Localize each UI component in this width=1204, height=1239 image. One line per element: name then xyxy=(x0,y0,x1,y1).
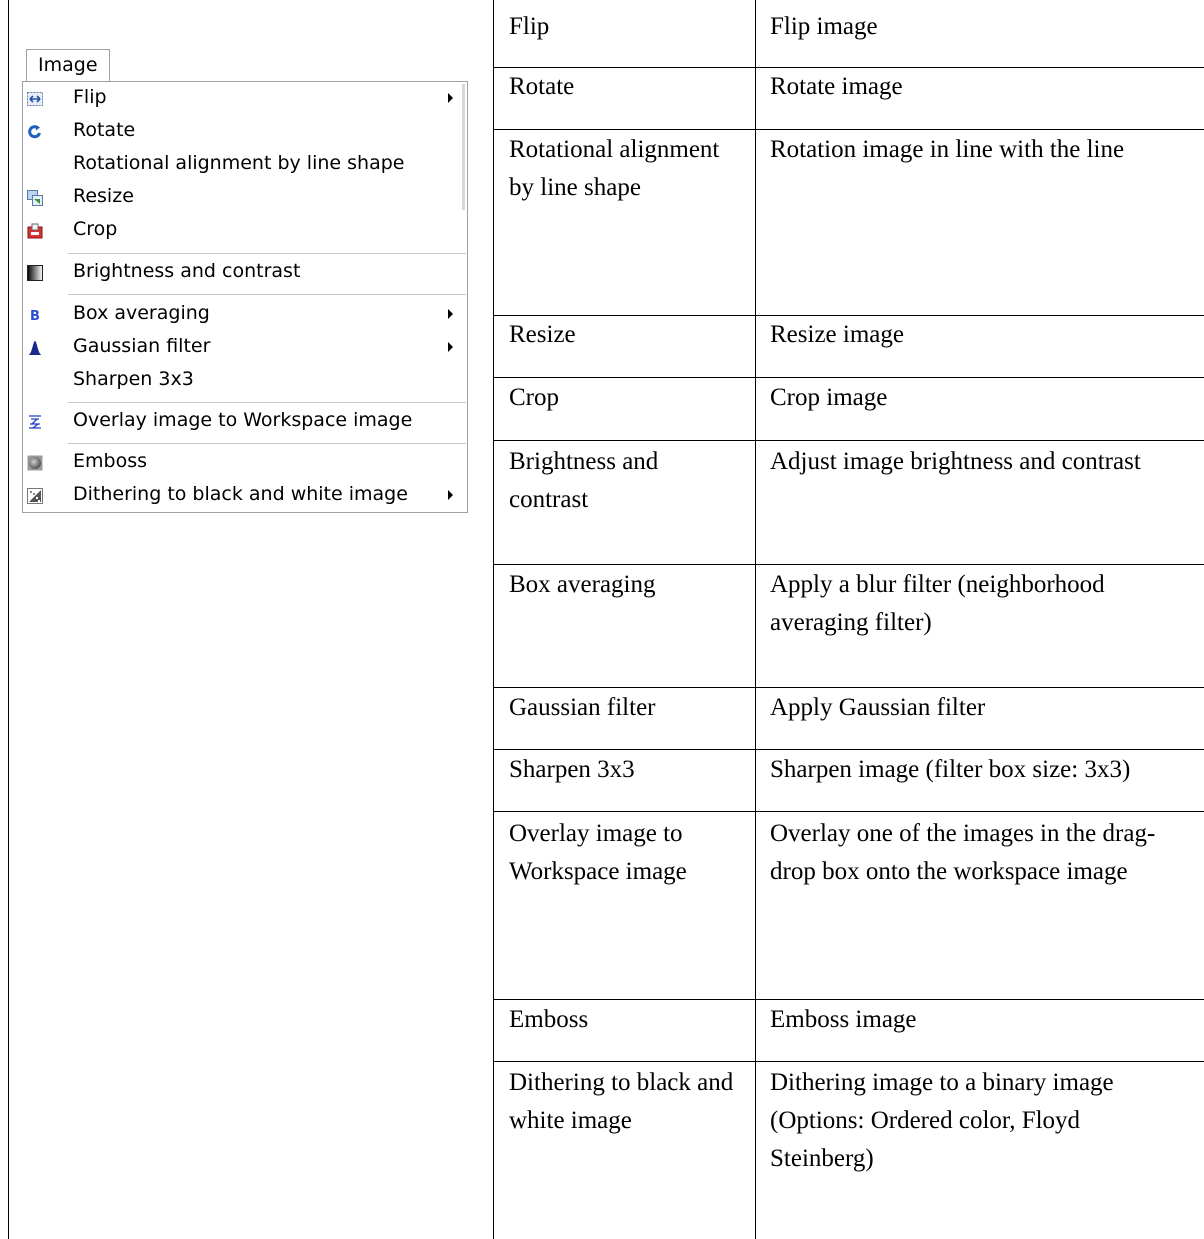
svg-text:B: B xyxy=(30,309,40,323)
menu-separator xyxy=(68,402,466,403)
table-cell-name: Sharpen 3x3 xyxy=(509,756,635,783)
menu-separator xyxy=(68,294,466,295)
table-cell-name: Rotate xyxy=(509,73,575,100)
menu-item-sharpen[interactable]: Sharpen 3x3 xyxy=(23,364,467,397)
submenu-arrow-icon xyxy=(448,93,453,103)
menu-item-dithering[interactable]: Dithering to black and white image xyxy=(23,479,467,512)
menu-item-rotational-alignment[interactable]: Rotational alignment by line shape xyxy=(23,148,467,181)
menu-item-box-averaging[interactable]: B Box averaging xyxy=(23,298,467,331)
table-cell-name: Dithering to black and white image xyxy=(509,1069,734,1134)
menu-item-resize[interactable]: Resize xyxy=(23,181,467,214)
menu-item-gaussian-filter[interactable]: Gaussian filter xyxy=(23,331,467,364)
image-menu-tab-label: Image xyxy=(38,54,98,76)
table-cell-description: Rotate image xyxy=(770,73,903,100)
table-left-border xyxy=(8,0,9,1239)
table-cell-description: Apply a blur filter (neighborhood averag… xyxy=(770,571,1105,636)
table-cell-name: Crop xyxy=(509,384,559,411)
table-row-divider xyxy=(493,1061,1204,1062)
emboss-icon xyxy=(27,454,43,471)
dithering-icon xyxy=(27,487,43,504)
resize-icon xyxy=(27,189,43,206)
table-cell-description: Flip image xyxy=(770,13,878,40)
table-row-divider xyxy=(493,564,1204,565)
table-cell-name: Rotational alignment by line shape xyxy=(509,136,720,201)
submenu-arrow-icon xyxy=(448,342,453,352)
table-row-divider xyxy=(493,440,1204,441)
table-cell-description: Dithering image to a binary image (Optio… xyxy=(770,1069,1114,1172)
table-cell-description: Crop image xyxy=(770,384,888,411)
table-cell-name: Flip xyxy=(509,13,550,40)
flip-icon xyxy=(27,90,43,106)
menu-item-overlay[interactable]: Overlay image to Workspace image xyxy=(23,405,467,438)
crop-icon xyxy=(27,222,43,239)
table-cell-name: Overlay image to Workspace image xyxy=(509,820,687,885)
menu-item-rotate[interactable]: Rotate xyxy=(23,115,467,148)
overlay-icon xyxy=(27,413,43,429)
menu-item-brightness-contrast[interactable]: Brightness and contrast xyxy=(23,256,467,289)
menu-item-flip[interactable]: Flip xyxy=(23,82,467,115)
table-cell-name: Emboss xyxy=(509,1006,589,1033)
table-row-divider xyxy=(493,999,1204,1000)
menu-item-emboss[interactable]: Emboss xyxy=(23,446,467,479)
table-cell-name: Resize xyxy=(509,321,576,348)
table-row-divider xyxy=(493,687,1204,688)
table-column-divider xyxy=(493,0,494,1239)
menu-separator xyxy=(68,443,466,444)
table-cell-name: Box averaging xyxy=(509,571,656,598)
table-cell-name: Gaussian filter xyxy=(509,694,656,721)
table-cell-description: Emboss image xyxy=(770,1006,917,1033)
table-cell-description: Overlay one of the images in the drag-dr… xyxy=(770,820,1156,885)
table-cell-description: Resize image xyxy=(770,321,904,348)
rotate-icon xyxy=(27,123,43,139)
box-averaging-icon: B xyxy=(27,306,43,324)
menu-separator xyxy=(68,253,466,254)
menu-item-crop[interactable]: Crop xyxy=(23,214,467,247)
table-cell-description: Rotation image in line with the line xyxy=(770,136,1125,163)
submenu-arrow-icon xyxy=(448,309,453,319)
table-row-divider xyxy=(493,749,1204,750)
submenu-arrow-icon xyxy=(448,490,453,500)
table-cell-description: Sharpen image (filter box size: 3x3) xyxy=(770,756,1131,783)
table-cell-description: Apply Gaussian filter xyxy=(770,694,986,721)
table-column-divider xyxy=(755,0,756,1239)
table-cell-description: Adjust image brightness and contrast xyxy=(770,448,1141,475)
table-row-divider xyxy=(493,377,1204,378)
table-row-divider xyxy=(493,129,1204,130)
gaussian-icon xyxy=(27,339,43,355)
table-row-divider xyxy=(493,811,1204,812)
table-cell-name: Brightness and contrast xyxy=(509,448,659,513)
image-menu-tab[interactable]: Image xyxy=(26,49,110,83)
brightness-icon xyxy=(27,264,43,281)
